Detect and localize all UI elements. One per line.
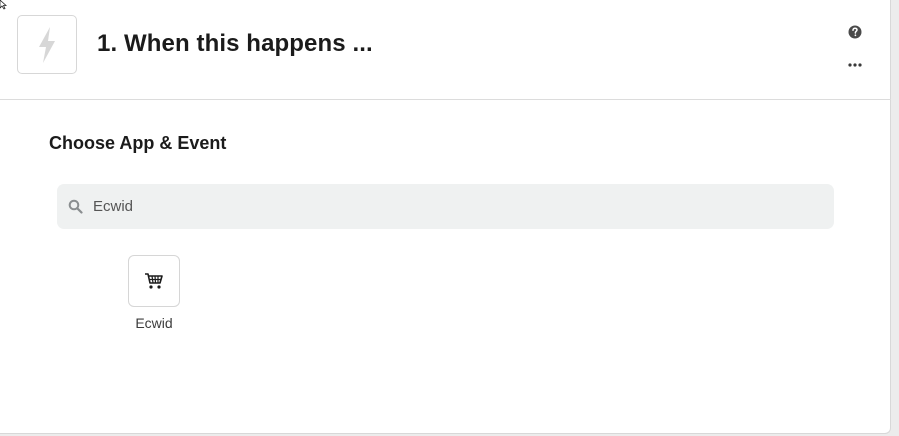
lightning-bolt-icon (39, 26, 55, 63)
section-title: Choose App & Event (49, 133, 227, 153)
ellipsis-icon[interactable] (847, 60, 863, 70)
shopping-cart-icon (145, 273, 163, 289)
search-icon (68, 199, 83, 214)
step-title: 1. When this happens ... (97, 30, 373, 57)
question-circle-icon[interactable] (848, 25, 862, 39)
step-card: 1. When this happens ... Choose App & Ev… (0, 0, 891, 434)
app-tile[interactable] (128, 255, 180, 307)
search-input[interactable] (92, 184, 813, 229)
step-header: 1. When this happens ... (0, 0, 891, 100)
search-box[interactable] (57, 184, 834, 229)
trigger-icon-box (17, 15, 77, 74)
app-label: Ecwid (135, 315, 173, 331)
app-result-ecwid[interactable]: Ecwid (122, 255, 186, 335)
